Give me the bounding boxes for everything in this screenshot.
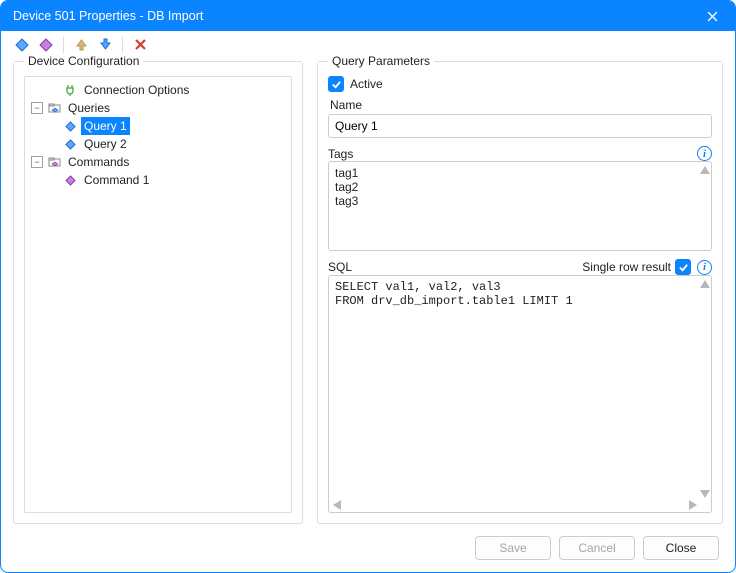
check-icon (678, 262, 689, 273)
cancel-button[interactable]: Cancel (559, 536, 635, 560)
add-query-button[interactable] (11, 34, 33, 56)
tree-node-queries[interactable]: − Queries (31, 99, 289, 117)
query-parameters-group: Query Parameters Active Name Tags i tag1… (317, 61, 723, 524)
single-row-label: Single row result (582, 260, 671, 274)
toolbar-separator (122, 37, 123, 53)
active-row: Active (328, 76, 712, 92)
tags-line: tag1 (335, 166, 705, 180)
toolbar-separator (63, 37, 64, 53)
tags-header: Tags i (328, 146, 712, 161)
tree-node-commands[interactable]: − Commands (31, 153, 289, 171)
folder-queries-icon (47, 101, 61, 115)
save-button[interactable]: Save (475, 536, 551, 560)
tree-view[interactable]: Connection Options − Queries (24, 76, 292, 513)
scroll-down-icon (700, 490, 710, 498)
diamond-purple-icon (39, 38, 53, 52)
body: Device Configuration Connection Options (1, 59, 735, 528)
tags-line: tag3 (335, 194, 705, 208)
single-row-checkbox[interactable] (675, 259, 691, 275)
add-command-button[interactable] (35, 34, 57, 56)
close-icon (707, 11, 718, 22)
scroll-up-icon (700, 166, 710, 174)
tree-node-query-1[interactable]: Query 1 (47, 117, 289, 135)
folder-commands-icon (47, 155, 61, 169)
diamond-blue-icon (15, 38, 29, 52)
arrow-up-icon (75, 38, 88, 51)
diamond-blue-icon (63, 119, 77, 133)
scroll-left-icon (333, 500, 341, 510)
tree-node-connection-options[interactable]: Connection Options (31, 81, 289, 99)
window-close-button[interactable] (689, 1, 735, 31)
sql-textarea[interactable]: SELECT val1, val2, val3 FROM drv_db_impo… (328, 275, 712, 513)
window: Device 501 Properties - DB Import Device… (0, 0, 736, 573)
delete-x-icon (134, 38, 147, 51)
move-down-button[interactable] (94, 34, 116, 56)
tags-line: tag2 (335, 180, 705, 194)
info-icon[interactable]: i (697, 146, 712, 161)
scroll-right-icon (689, 500, 697, 510)
window-title: Device 501 Properties - DB Import (13, 9, 689, 23)
move-up-button[interactable] (70, 34, 92, 56)
device-configuration-legend: Device Configuration (24, 54, 143, 68)
close-button[interactable]: Close (643, 536, 719, 560)
query-parameters-legend: Query Parameters (328, 54, 434, 68)
plug-icon (63, 83, 77, 97)
name-input[interactable] (328, 114, 712, 138)
delete-button[interactable] (129, 34, 151, 56)
scroll-up-icon (700, 280, 710, 288)
info-icon[interactable]: i (697, 260, 712, 275)
collapse-icon[interactable]: − (31, 156, 43, 168)
tags-label: Tags (328, 147, 697, 161)
tree-node-query-2[interactable]: Query 2 (47, 135, 289, 153)
tree-node-command-1[interactable]: Command 1 (47, 171, 289, 189)
diamond-blue-icon (63, 137, 77, 151)
titlebar: Device 501 Properties - DB Import (1, 1, 735, 31)
diamond-purple-icon (63, 173, 77, 187)
sql-header: SQL Single row result i (328, 259, 712, 275)
sql-label: SQL (328, 260, 582, 274)
name-label: Name (330, 98, 710, 112)
tags-textarea[interactable]: tag1 tag2 tag3 (328, 161, 712, 251)
active-checkbox[interactable] (328, 76, 344, 92)
collapse-icon[interactable]: − (31, 102, 43, 114)
check-icon (331, 79, 342, 90)
device-configuration-group: Device Configuration Connection Options (13, 61, 303, 524)
active-label: Active (350, 77, 383, 91)
arrow-down-icon (99, 38, 112, 51)
footer: Save Cancel Close (1, 528, 735, 572)
